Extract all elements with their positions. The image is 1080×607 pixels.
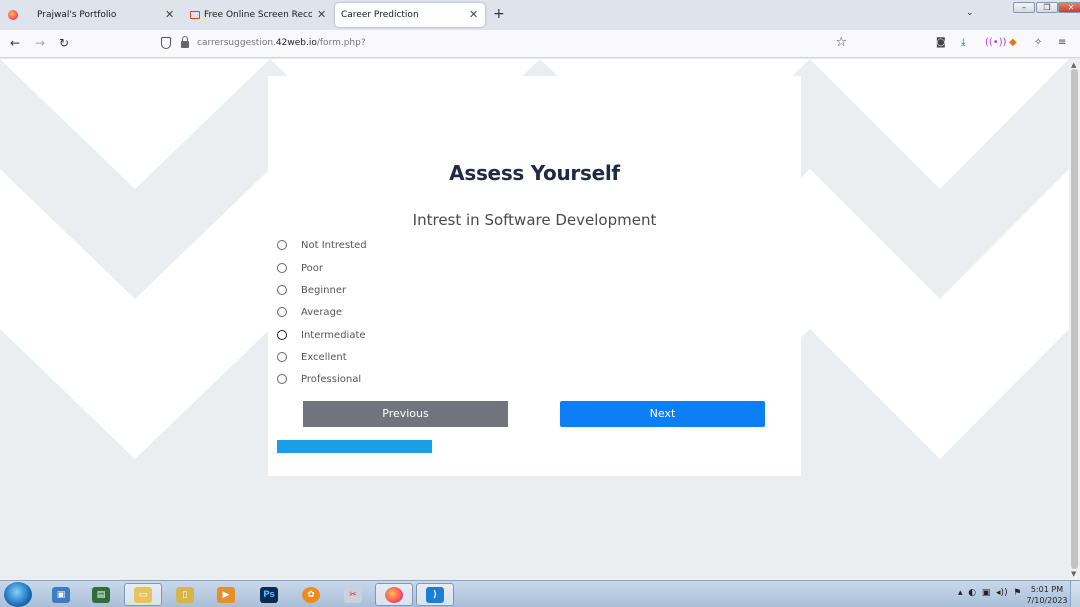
close-tab-icon[interactable]: ✕ xyxy=(165,8,174,21)
vscode-icon: ⟩ xyxy=(426,586,444,603)
radio-button[interactable] xyxy=(277,285,287,295)
browser-tab-bar: Prajwal's Portfolio ✕ Free Online Screen… xyxy=(0,0,1080,30)
fl-studio-icon: ✿ xyxy=(302,586,320,603)
option-professional[interactable]: Professional xyxy=(277,371,361,387)
scroll-down-icon[interactable]: ▼ xyxy=(1071,570,1076,578)
next-button[interactable]: Next xyxy=(560,401,765,427)
option-not-intrested[interactable]: Not Intrested xyxy=(277,237,367,253)
radio-button[interactable] xyxy=(277,374,287,384)
metamask-fox-icon[interactable]: ◆ xyxy=(1009,37,1017,48)
clock-time: 5:01 PM xyxy=(1030,585,1064,594)
computer-icon: ▣ xyxy=(52,586,70,603)
option-label: Excellent xyxy=(301,351,347,363)
taskbar-app-firefox[interactable] xyxy=(375,583,413,606)
option-intermediate[interactable]: Intermediate xyxy=(277,327,366,343)
list-all-tabs-icon[interactable]: ⌄ xyxy=(966,8,974,18)
option-excellent[interactable]: Excellent xyxy=(277,349,347,365)
scroll-up-icon[interactable]: ▲ xyxy=(1071,61,1076,69)
option-label: Average xyxy=(301,306,343,318)
option-average[interactable]: Average xyxy=(277,304,342,320)
pocket-icon[interactable]: ◙ xyxy=(936,37,946,48)
tracking-protection-shield-icon[interactable] xyxy=(161,37,171,49)
app-menu-icon[interactable]: ≡ xyxy=(1058,37,1066,48)
page-scrollbar[interactable]: ▲ ▼ xyxy=(1069,59,1080,580)
tab-title: Free Online Screen Recorder & xyxy=(204,10,312,20)
clock-date: 7/10/2023 xyxy=(1026,596,1068,605)
back-arrow-icon[interactable]: ← xyxy=(10,36,20,50)
snipping-tool-icon: ✂ xyxy=(344,586,362,603)
tab-career-prediction[interactable]: Career Prediction ✕ xyxy=(335,3,485,27)
previous-button[interactable]: Previous xyxy=(303,401,508,427)
media-player-icon: ▶ xyxy=(217,586,235,603)
page-viewport: Assess Yourself Intrest in Software Deve… xyxy=(0,59,1069,580)
option-label: Poor xyxy=(301,262,324,274)
page-title: Assess Yourself xyxy=(449,161,620,185)
progress-bar xyxy=(277,440,432,453)
browser-nav-bar: ← → ↻ carrersuggestion.42web.io/form.php… xyxy=(0,30,1080,58)
option-poor[interactable]: Poor xyxy=(277,260,323,276)
show-desktop-button[interactable] xyxy=(1070,581,1080,607)
taskbar-clock[interactable]: 5:01 PM 7/10/2023 xyxy=(1026,584,1068,606)
radio-button[interactable] xyxy=(277,330,287,340)
taskbar-app-photoshop[interactable]: Ps xyxy=(250,583,288,606)
start-button[interactable] xyxy=(4,582,32,607)
radio-button[interactable] xyxy=(277,352,287,362)
option-label: Not Intrested xyxy=(301,239,367,251)
close-tab-icon[interactable]: ✕ xyxy=(317,8,326,21)
maximize-button[interactable]: ❐ xyxy=(1036,2,1058,13)
windows-taskbar: ▣ ▤ ▭ ▯ ▶ Ps ✿ ✂ ⟩ ▴ ◐ ▣ ◂)) ⚑ 5:01 PM 7… xyxy=(0,580,1080,607)
option-label: Beginner xyxy=(301,284,347,296)
tab-screen-recorder[interactable]: Free Online Screen Recorder & ✕ xyxy=(184,3,330,27)
reload-icon[interactable]: ↻ xyxy=(59,36,69,50)
tab-title: Prajwal's Portfolio xyxy=(37,10,117,20)
close-window-button[interactable]: ✕ xyxy=(1058,2,1080,13)
scrollbar-thumb[interactable] xyxy=(1071,69,1078,569)
extensions-puzzle-icon[interactable]: ✧ xyxy=(1034,37,1042,48)
screen-recorder-icon xyxy=(190,11,200,19)
new-tab-button[interactable]: + xyxy=(493,6,505,22)
forward-arrow-icon[interactable]: → xyxy=(35,36,45,50)
terminal-icon: ▤ xyxy=(92,586,110,603)
url-bar[interactable]: carrersuggestion.42web.io/form.php? ☆ xyxy=(155,33,855,55)
url-text[interactable]: carrersuggestion.42web.io/form.php? xyxy=(197,38,366,48)
option-beginner[interactable]: Beginner xyxy=(277,282,346,298)
minimize-button[interactable]: – xyxy=(1013,2,1035,13)
extension-record-icon[interactable]: ((•)) xyxy=(985,37,1007,48)
downloads-icon[interactable]: ⤓ xyxy=(961,37,965,48)
radio-button[interactable] xyxy=(277,240,287,250)
lock-icon[interactable] xyxy=(181,36,189,48)
taskbar-app-snipping-tool[interactable]: ✂ xyxy=(334,583,372,606)
taskbar-app-fl-studio[interactable]: ✿ xyxy=(292,583,330,606)
bookmark-star-icon[interactable]: ☆ xyxy=(835,35,847,50)
close-tab-icon[interactable]: ✕ xyxy=(469,8,478,21)
assessment-card: Assess Yourself Intrest in Software Deve… xyxy=(268,76,801,476)
option-label: Intermediate xyxy=(301,329,366,341)
taskbar-app-computer[interactable]: ▣ xyxy=(42,583,80,606)
system-tray[interactable]: ▴ ◐ ▣ ◂)) ⚑ xyxy=(958,588,1021,598)
taskbar-app-vscode[interactable]: ⟩ xyxy=(416,583,454,606)
tab-title: Career Prediction xyxy=(341,10,419,20)
option-label: Professional xyxy=(301,373,362,385)
photoshop-icon: Ps xyxy=(260,586,278,603)
question-text: Intrest in Software Development xyxy=(412,211,657,229)
file-explorer-icon: ▭ xyxy=(134,586,152,603)
firefox-icon xyxy=(385,586,403,603)
radio-button[interactable] xyxy=(277,263,287,273)
taskbar-app-file-explorer[interactable]: ▭ xyxy=(124,583,162,606)
taskbar-app-terminal[interactable]: ▤ xyxy=(82,583,120,606)
radio-button[interactable] xyxy=(277,307,287,317)
tab-prajwals-portfolio[interactable]: Prajwal's Portfolio ✕ xyxy=(30,3,180,27)
folder-icon: ▯ xyxy=(176,586,194,603)
firefox-icon xyxy=(8,10,18,20)
taskbar-app-media-player[interactable]: ▶ xyxy=(207,583,245,606)
taskbar-app-folder[interactable]: ▯ xyxy=(166,583,204,606)
